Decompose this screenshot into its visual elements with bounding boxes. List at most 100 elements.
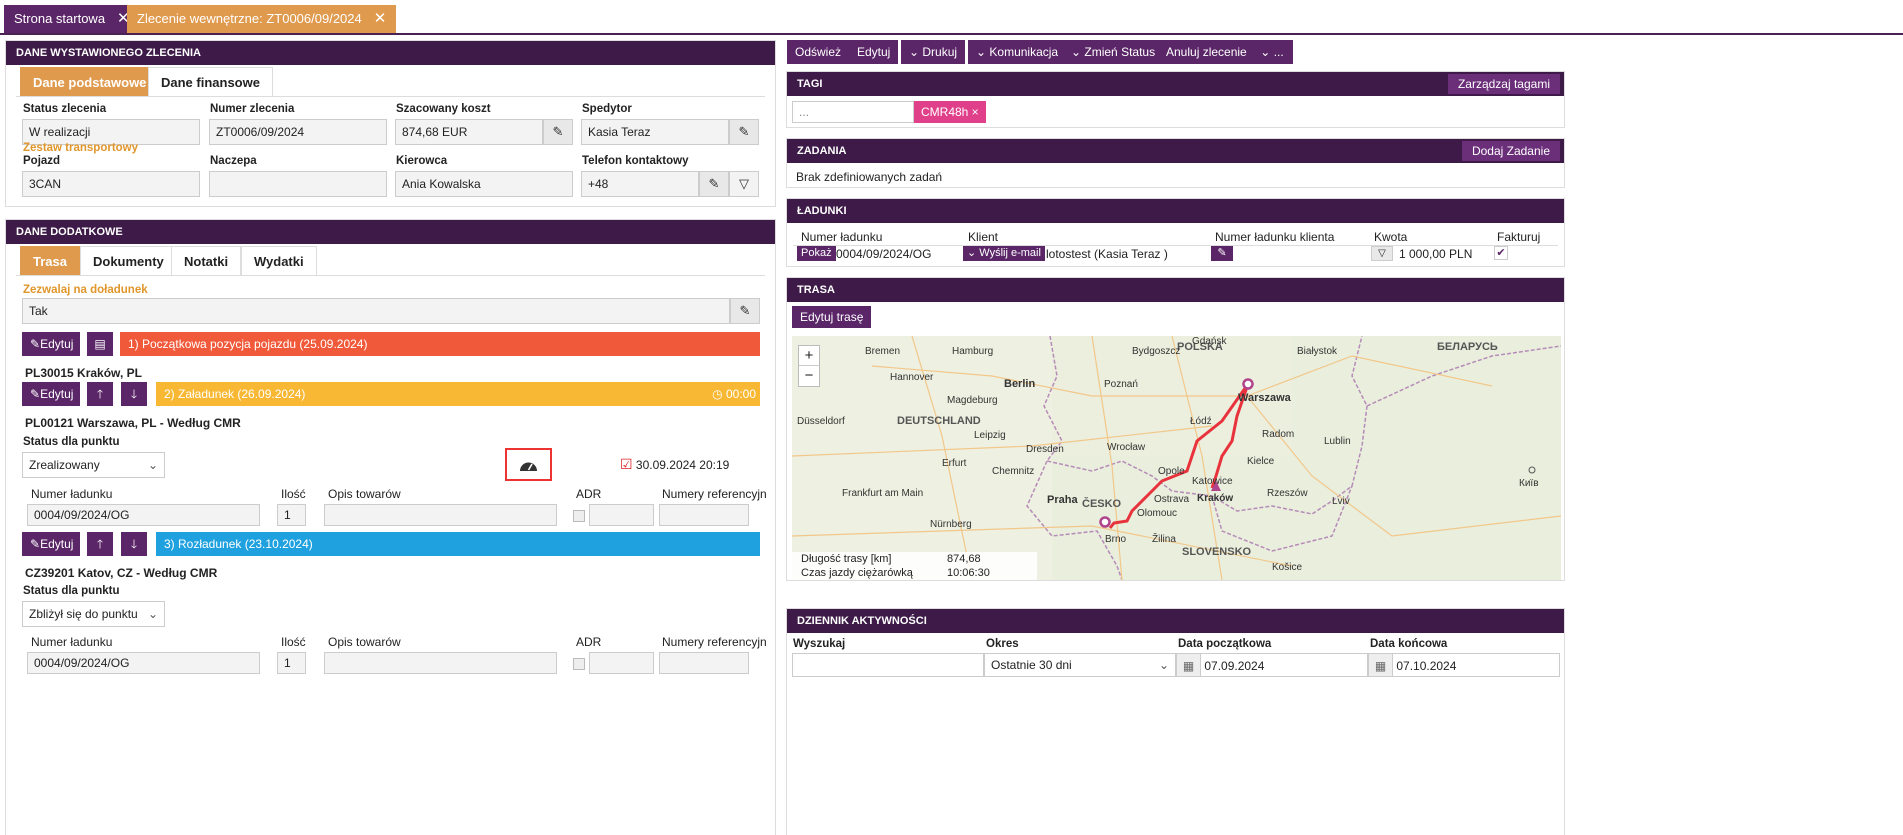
tab-home[interactable]: Strona startowa ✕: [4, 5, 140, 33]
phone-filter-button[interactable]: ▽: [729, 171, 759, 197]
zoom-in-button[interactable]: +: [799, 346, 819, 366]
row-2-load-number[interactable]: 0004/09/2024/OG: [27, 652, 260, 674]
forwarder-label: Spedytor: [582, 103, 632, 115]
map-label: Brno: [1105, 534, 1127, 545]
tab-basic[interactable]: Dane podstawowe: [20, 67, 160, 97]
transport-set-label: Zestaw transportowy: [23, 142, 139, 154]
phone-field: +48: [581, 171, 699, 197]
row-2-ref[interactable]: [659, 652, 749, 674]
col-ref: Numery referencyjn: [662, 635, 767, 649]
route-map[interactable]: POLSKA БЕЛАРУСЬ Warszawa Berlin DEUTSCHL…: [792, 336, 1561, 580]
edit-icon: ✎: [739, 303, 751, 318]
vehicle-field: 3CAN: [22, 171, 200, 197]
manage-tags-button[interactable]: Zarządzaj tagami: [1447, 74, 1560, 94]
loads-col-invoice: Fakturuj: [1497, 230, 1541, 244]
edit-icon: ✎: [552, 124, 564, 139]
move-up-button[interactable]: 🡑: [87, 382, 113, 406]
point-2-status-select[interactable]: Zrealizowany ⌄: [22, 452, 165, 478]
communication-button[interactable]: ⌄ Komunikacja: [968, 40, 1067, 64]
row-1-load-number[interactable]: 0004/09/2024/OG: [27, 504, 260, 526]
arrow-down-icon: 🡓: [130, 387, 138, 401]
row-1-qty[interactable]: 1: [277, 504, 306, 526]
map-label: БЕЛАРУСЬ: [1437, 341, 1498, 353]
close-icon[interactable]: ✕: [374, 10, 387, 27]
order-header: DANE WYSTAWIONEGO ZLECENIA: [6, 41, 775, 65]
move-down-button[interactable]: 🡓: [121, 382, 147, 406]
row-1-adr[interactable]: [589, 504, 654, 526]
refresh-button[interactable]: Odśwież: [787, 40, 850, 64]
print-button[interactable]: ⌄ Drukuj: [901, 40, 966, 64]
point-3-status-select[interactable]: Zbliżył się do punktu ⌄: [22, 601, 165, 627]
tab-documents[interactable]: Dokumenty: [80, 246, 177, 276]
send-email-label: Wyślij e-mail: [979, 247, 1041, 259]
edit-button[interactable]: Edytuj: [849, 40, 899, 64]
row-1-desc[interactable]: [324, 504, 557, 526]
row-2-adr[interactable]: [589, 652, 654, 674]
zoom-out-button[interactable]: −: [799, 366, 819, 386]
more-button[interactable]: ⌄ ...: [1251, 40, 1293, 64]
tab-notes[interactable]: Notatki: [171, 246, 242, 276]
map-label: Praha: [1047, 494, 1078, 506]
row-1-ref[interactable]: [659, 504, 749, 526]
tab-finance[interactable]: Dane finansowe: [148, 67, 273, 97]
move-up-button[interactable]: 🡑: [87, 532, 113, 556]
tag-cmr48h[interactable]: CMR48h ×: [914, 101, 986, 123]
send-email-button[interactable]: ⌄ Wyślij e-mail: [963, 246, 1045, 261]
move-down-button[interactable]: 🡓: [121, 532, 147, 556]
row-2-desc[interactable]: [324, 652, 557, 674]
col-ref: Numery referencyjn: [662, 487, 767, 501]
edit-phone-button[interactable]: ✎: [699, 171, 729, 197]
map-label: Leipzig: [974, 430, 1006, 441]
add-task-button[interactable]: Dodaj Zadanie: [1461, 141, 1560, 161]
row-1-adr-checkbox[interactable]: [573, 510, 585, 522]
tab-order[interactable]: Zlecenie wewnętrzne: ZT0006/09/2024 ✕: [127, 5, 397, 33]
edit-route-button[interactable]: Edytuj trasę: [792, 306, 872, 328]
point-3-status-label: Status dla punktu: [23, 585, 120, 597]
order-section: DANE WYSTAWIONEGO ZLECENIA Dane podstawo…: [5, 40, 776, 207]
col-desc: Opis towarów: [328, 635, 401, 649]
communication-label: Komunikacja: [989, 45, 1059, 59]
point-2-status-value: Zrealizowany: [29, 458, 100, 472]
edit-point-1-button[interactable]: ✎Edytuj: [22, 332, 80, 356]
forwarder-field: Kasia Teraz: [581, 119, 729, 145]
col-adr: ADR: [576, 487, 602, 501]
tab-expenses[interactable]: Wydatki: [241, 246, 317, 276]
edit-cost-button[interactable]: ✎: [543, 119, 573, 145]
change-status-button[interactable]: ⌄ Zmień Status: [1063, 40, 1164, 64]
chevron-down-icon: ⌄: [909, 45, 923, 59]
loads-section: ŁADUNKI Numer ładunku Klient Numer ładun…: [786, 198, 1565, 267]
point-2-status-label: Status dla punktu: [23, 436, 120, 448]
trailer-field: [209, 171, 387, 197]
period-select[interactable]: Ostatnie 30 dni ⌄: [984, 653, 1176, 677]
edit-point-2-button[interactable]: ✎Edytuj: [22, 382, 80, 406]
edit-reload-button[interactable]: ✎: [730, 298, 760, 324]
invoice-checkbox[interactable]: ✔: [1494, 246, 1508, 260]
speedometer-button[interactable]: [505, 448, 552, 481]
point-3-address: CZ39201 Katov, CZ - Według CMR: [25, 566, 218, 580]
edit-forwarder-button[interactable]: ✎: [729, 119, 759, 145]
top-tab-bar: Strona startowa ✕ Zlecenie wewnętrzne: ZT…: [0, 0, 1903, 35]
col-load-number: Numer ładunku: [31, 487, 113, 501]
show-load-button[interactable]: Pokaż: [797, 246, 836, 261]
row-2-adr-checkbox[interactable]: [573, 658, 585, 670]
map-label: Київ: [1519, 478, 1539, 489]
chevron-down-icon: ⌄: [976, 45, 990, 59]
print-label: Drukuj: [922, 45, 958, 59]
edit-client-number-button[interactable]: ✎: [1211, 246, 1233, 261]
document-button[interactable]: ▤: [87, 332, 113, 356]
tasks-section: ZADANIA Dodaj Zadanie Brak zdefiniowanych…: [786, 138, 1565, 188]
row-2-qty[interactable]: 1: [277, 652, 306, 674]
date-from-field[interactable]: ▦ 07.09.2024: [1176, 653, 1368, 677]
amount-filter-button[interactable]: ▽: [1371, 246, 1393, 261]
point-2-done-value: 30.09.2024 20:19: [635, 458, 730, 472]
date-to-field[interactable]: ▦ 07.10.2024: [1368, 653, 1560, 677]
search-input[interactable]: [792, 653, 984, 677]
reload-label: Zezwalaj na doładunek: [23, 284, 148, 296]
speedometer-icon: [520, 462, 537, 471]
col-adr: ADR: [576, 635, 602, 649]
tags-input[interactable]: ...: [792, 101, 914, 123]
tab-route[interactable]: Trasa: [20, 246, 80, 276]
cancel-order-button[interactable]: Anuluj zlecenie: [1158, 40, 1255, 64]
map-label: Magdeburg: [947, 395, 998, 406]
edit-point-3-button[interactable]: ✎Edytuj: [22, 532, 80, 556]
